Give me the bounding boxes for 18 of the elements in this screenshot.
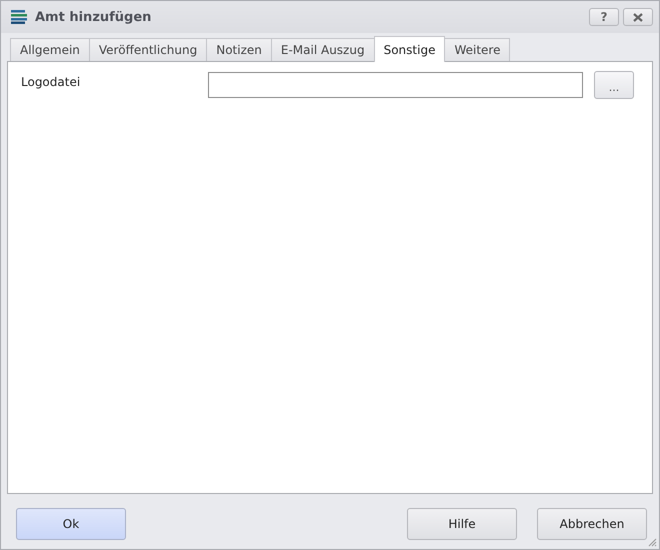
resize-grip-icon [647,537,657,547]
tab[interactable]: Veröffentlichung [88,38,208,61]
field-label: Logodatei [21,74,82,89]
ok-button[interactable]: Ok [16,508,126,540]
tab[interactable]: Sonstige [374,36,446,62]
close-button[interactable] [623,8,653,26]
help-button[interactable]: ? [589,8,619,26]
input-field[interactable] [208,72,583,98]
window-title: Amt hinzufügen [35,10,152,24]
tab[interactable]: E-Mail Auszug [270,38,375,61]
close-icon [633,12,643,22]
stacked-lines-icon [11,10,29,24]
cancel-button[interactable]: Abbrechen [537,508,647,540]
tab[interactable]: Allgemein [10,38,90,61]
help-button[interactable]: Hilfe [407,508,517,540]
tab[interactable]: Notizen [206,38,272,61]
browse-button[interactable]: ... [594,71,634,99]
tab[interactable]: Weitere [444,38,510,61]
